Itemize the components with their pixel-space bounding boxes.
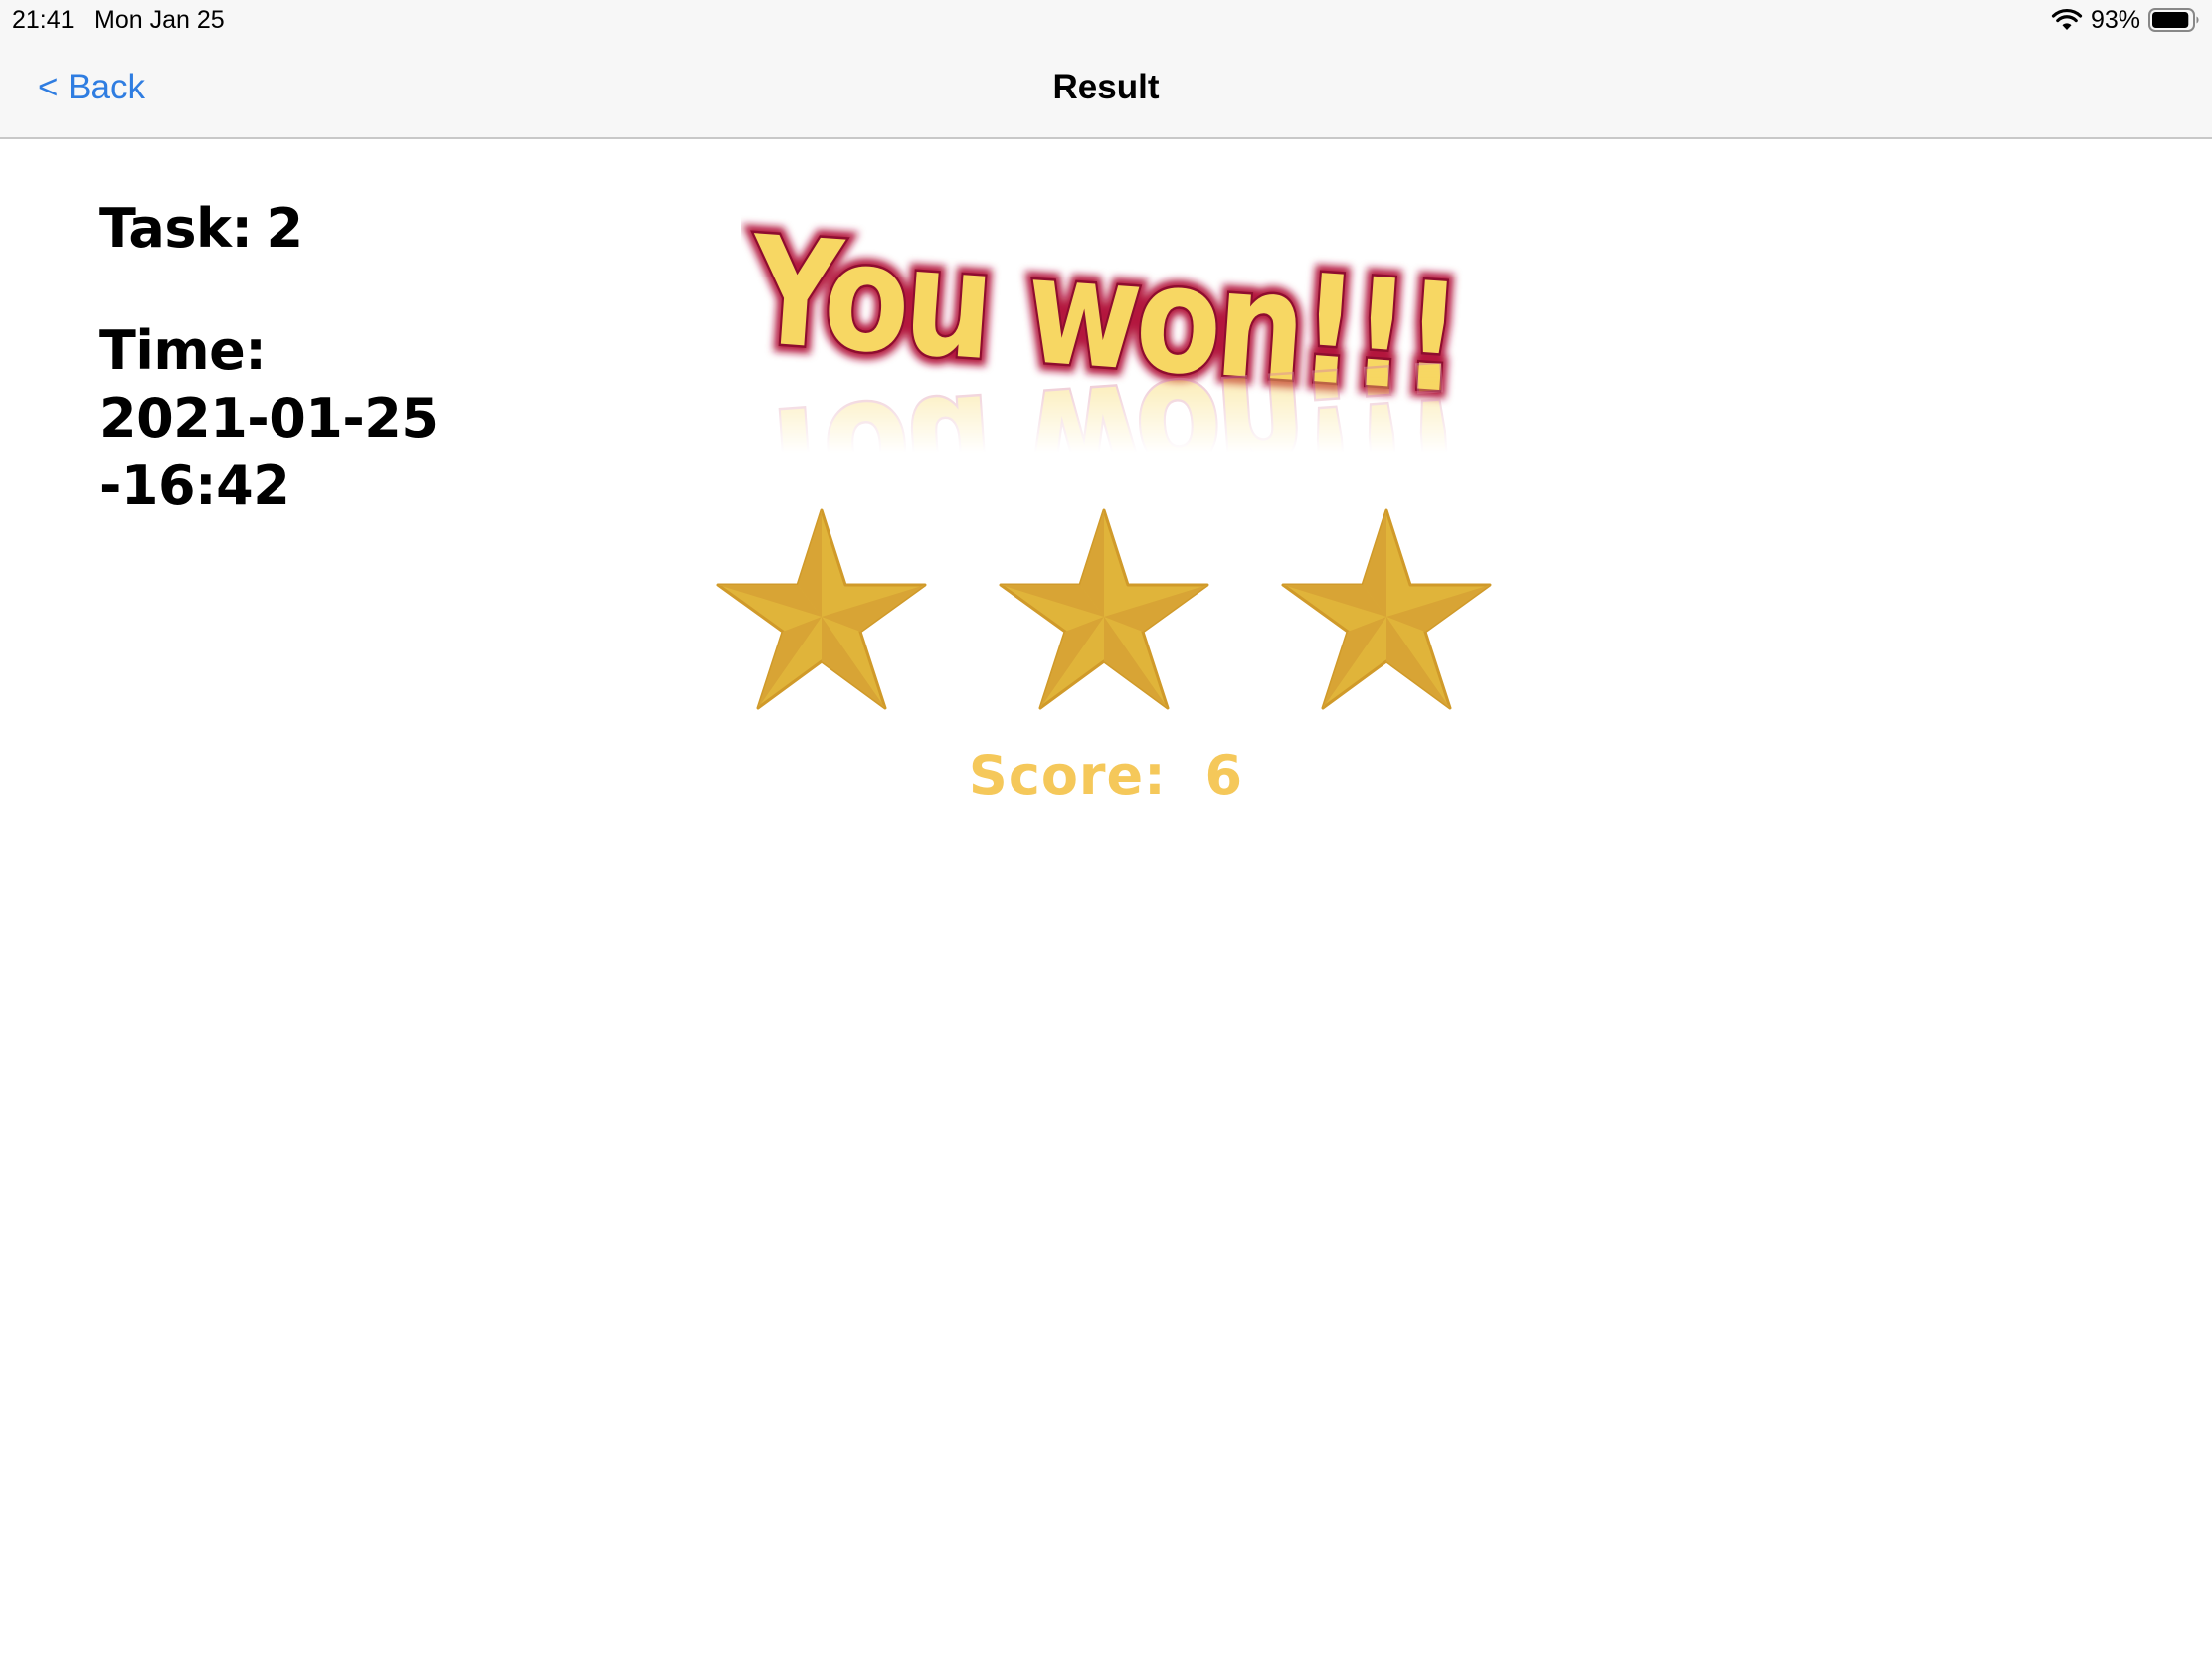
status-bar: 21:41 Mon Jan 25 93%	[0, 0, 2212, 40]
wifi-icon	[2051, 9, 2083, 30]
time-clock: -16:42	[99, 455, 290, 517]
you-won-banner: You won!!! You won!!! You won!!!	[741, 214, 1497, 453]
status-time: 21:41	[12, 6, 75, 34]
score-value: 6	[1204, 744, 1244, 807]
star-icon	[716, 507, 927, 711]
time-date: 2021-01-25	[99, 387, 439, 450]
time-label: Time:	[99, 319, 267, 382]
you-won-graphic: You won!!! You won!!! You won!!!	[741, 214, 1469, 453]
result-info: Task: 2 Time: 2021-01-25 -16:42	[99, 195, 439, 520]
status-date: Mon Jan 25	[94, 6, 225, 34]
battery-percent: 93%	[2090, 5, 2140, 34]
star-icon	[999, 507, 1209, 711]
battery-icon	[2148, 8, 2199, 32]
task-value: 2	[266, 197, 303, 260]
score-display: Score: 6	[0, 744, 2212, 807]
score-label: Score:	[968, 744, 1167, 807]
star-icon	[1281, 507, 1492, 711]
page-title: Result	[1052, 68, 1160, 106]
star-rating	[716, 507, 1496, 711]
task-line: Task: 2	[99, 195, 438, 263]
task-label: Task:	[99, 197, 253, 260]
navigation-bar: < Back Result	[0, 40, 2212, 139]
status-indicators: 93%	[2051, 4, 2200, 36]
